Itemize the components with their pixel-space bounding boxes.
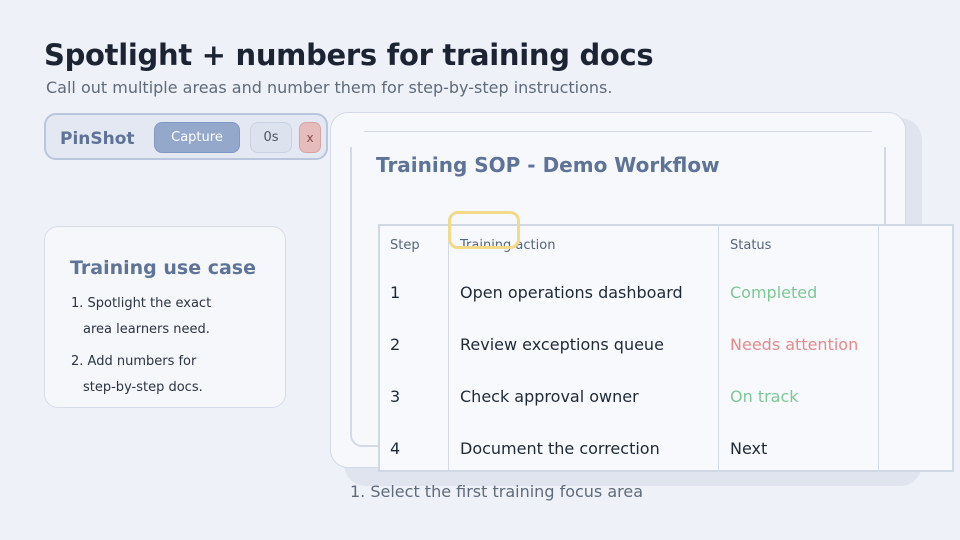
row-action: Document the correction (460, 439, 660, 458)
document-divider (364, 131, 872, 132)
page-title: Spotlight + numbers for training docs (44, 38, 654, 72)
header-status: Status (730, 238, 772, 253)
use-case-item-line: 2. Add numbers for (71, 354, 197, 369)
step-caption: 1. Select the first training focus area (350, 482, 644, 501)
row-status: Completed (730, 283, 818, 302)
use-case-item: 2. Add numbers for step-by-step docs. (71, 349, 203, 401)
capture-toolbar: PinShot Capture 0s x (44, 113, 328, 160)
use-case-item-line: area learners need. (83, 322, 210, 337)
use-case-item-line: step-by-step docs. (83, 380, 203, 395)
spotlight-focus-ring[interactable] (448, 211, 520, 249)
column-divider (448, 226, 449, 470)
capture-button[interactable]: Capture (154, 122, 240, 153)
row-action: Open operations dashboard (460, 283, 683, 302)
row-action: Review exceptions queue (460, 335, 664, 354)
page-subtitle: Call out multiple areas and number them … (46, 78, 613, 97)
row-status: Needs attention (730, 335, 859, 354)
row-step: 1 (390, 283, 401, 302)
app-brand: PinShot (60, 129, 135, 149)
row-action: Check approval owner (460, 387, 639, 406)
row-status: Next (730, 439, 768, 458)
header-step: Step (390, 238, 420, 253)
use-case-heading: Training use case (70, 257, 256, 279)
use-case-card: Training use case 1. Spotlight the exact… (44, 226, 286, 408)
row-step: 3 (390, 387, 401, 406)
use-case-item: 1. Spotlight the exact area learners nee… (71, 291, 211, 343)
training-table: Step Training action Status 1 Open opera… (378, 224, 954, 472)
column-divider (718, 226, 719, 470)
close-button[interactable]: x (299, 122, 321, 153)
row-status: On track (730, 387, 799, 406)
row-step: 2 (390, 335, 401, 354)
row-step: 4 (390, 439, 401, 458)
document-title: Training SOP - Demo Workflow (376, 153, 720, 177)
use-case-item-line: 1. Spotlight the exact (71, 296, 212, 311)
timer-button[interactable]: 0s (250, 122, 292, 153)
column-divider (878, 226, 879, 470)
